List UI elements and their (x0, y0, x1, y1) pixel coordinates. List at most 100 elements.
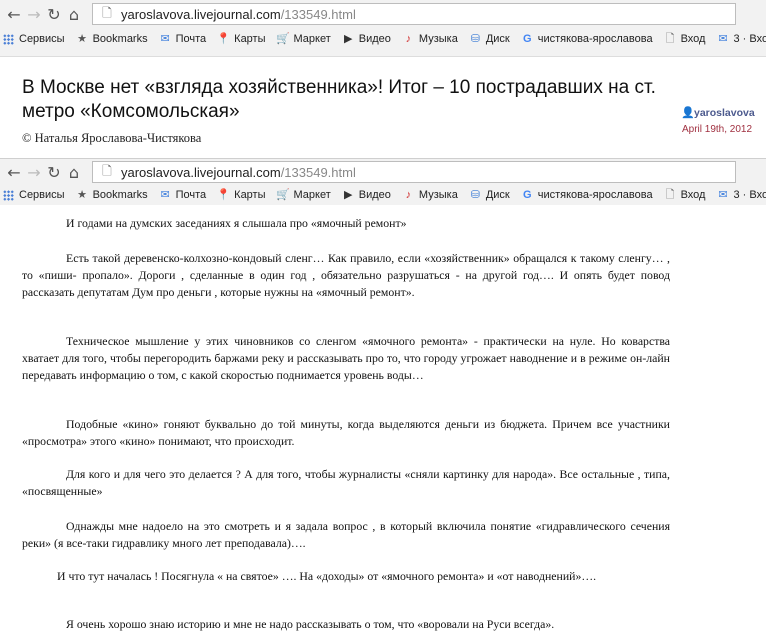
bookmark-label: Сервисы (19, 189, 65, 201)
bookmark-label: Карты (234, 33, 266, 45)
page-icon: 🗋 (665, 188, 675, 201)
bookmark-label: Диск (485, 33, 510, 45)
post-header: В Москве нет «взгляда хозяйственника»! И… (0, 62, 766, 157)
bookmark-label: Музыка (418, 33, 458, 45)
bookmark-label: Видео (358, 189, 391, 201)
nav-row-second: ← → ↻ ⌂ 🗋 yaroslavova.livejournal.com/13… (0, 159, 766, 185)
map-pin-icon: 📍 (216, 188, 231, 201)
disk-icon: ⛁ (470, 188, 480, 201)
address-bar[interactable]: 🗋 yaroslavova.livejournal.com/133549.htm… (92, 3, 736, 25)
back-arrow-icon[interactable]: ← (4, 3, 24, 25)
google-icon: G (522, 188, 532, 201)
apps-grid-icon (2, 33, 15, 46)
bookmark-item[interactable]: 🗋 Вход (664, 33, 706, 46)
bookmark-item[interactable]: ✉ 3 · Входящие — Яндекс (716, 189, 766, 202)
video-icon: ▶ (344, 188, 353, 201)
bookmark-label: Bookmarks (92, 189, 148, 201)
mail-icon: ✉ (160, 32, 170, 45)
bookmark-label: Вход (680, 33, 706, 45)
bookmark-label: Bookmarks (92, 33, 148, 45)
star-icon: ★ (77, 188, 88, 201)
bookmark-label: чистякова-ярославова (537, 33, 653, 45)
paragraph: Техническое мышление у этих чиновников с… (22, 334, 670, 382)
bookmark-label: Почта (175, 189, 207, 201)
map-pin-icon: 📍 (216, 32, 231, 45)
bookmark-label: Музыка (418, 189, 458, 201)
page-info-icon[interactable]: 🗋 (99, 162, 115, 183)
apps-grid-icon (2, 189, 15, 202)
bookmark-label: Карты (234, 189, 266, 201)
bookmark-item[interactable]: Сервисы (2, 33, 65, 46)
home-icon[interactable]: ⌂ (64, 3, 84, 25)
reload-icon[interactable]: ↻ (44, 3, 64, 25)
page-info-icon[interactable]: 🗋 (99, 4, 115, 25)
browser-toolbar-second: ← → ↻ ⌂ 🗋 yaroslavova.livejournal.com/13… (0, 158, 766, 207)
url-host: yaroslavova.livejournal.com (121, 164, 281, 180)
bookmark-item[interactable]: ✉ Почта (159, 189, 207, 202)
bookmark-label: Диск (485, 189, 510, 201)
paragraph: И что тут началась ! Посягнула « на свят… (57, 569, 597, 583)
bookmark-item[interactable]: ⛁ Диск (469, 189, 510, 202)
username[interactable]: yaroslavova (694, 107, 755, 119)
bookmark-item[interactable]: Gчистякова-ярославова (521, 33, 653, 46)
address-bar[interactable]: 🗋 yaroslavova.livejournal.com/133549.htm… (92, 161, 736, 183)
bookmark-item[interactable]: Gчистякова-ярославова (521, 189, 653, 202)
back-arrow-icon[interactable]: ← (4, 161, 24, 183)
bookmark-item[interactable]: 📍 Карты (216, 188, 266, 202)
mail-icon: ✉ (718, 32, 728, 45)
paragraph: Однажды мне надоело на это смотреть и я … (22, 519, 670, 550)
bookmark-item[interactable]: ★ Bookmarks (76, 32, 148, 46)
url-host: yaroslavova.livejournal.com (121, 6, 281, 22)
paragraph: Подобные «кино» гоняют буквально до той … (22, 417, 670, 448)
bookmark-item[interactable]: ▶ Видео (342, 33, 391, 46)
bookmarks-bar: Сервисы ★ Bookmarks ✉ Почта 📍 Карты 🛒 Маркет ▶ Вид… (0, 28, 766, 50)
bookmark-item[interactable]: ✉ Почта (159, 33, 207, 46)
cart-icon: 🛒 (276, 188, 290, 201)
forward-arrow-icon[interactable]: → (24, 161, 44, 183)
bookmark-label: Вход (680, 189, 706, 201)
post-author: © Наталья Ярославова-Чистякова (22, 131, 202, 145)
disk-icon: ⛁ (470, 32, 480, 45)
bookmark-label: Сервисы (19, 33, 65, 45)
bookmark-item[interactable]: ♪ Музыка (402, 33, 458, 46)
music-icon: ♪ (405, 188, 412, 201)
url-path: /133549.html (280, 6, 356, 22)
bookmark-label: Маркет (293, 33, 331, 45)
bookmark-item[interactable]: ▶ Видео (342, 189, 391, 202)
bookmark-item[interactable]: Сервисы (2, 189, 65, 202)
star-icon: ★ (77, 32, 88, 45)
user-link[interactable]: 👤 yaroslavova (681, 107, 755, 119)
post-date: April 19th, 2012 (682, 124, 753, 135)
bookmark-item[interactable]: 🛒 Маркет (276, 32, 331, 46)
url-path: /133549.html (280, 164, 356, 180)
reload-icon[interactable]: ↻ (44, 161, 64, 183)
browser-toolbar: ← → ↻ ⌂ 🗋 yaroslavova.livejournal.com/13… (0, 0, 766, 57)
bookmark-item[interactable]: ★ Bookmarks (76, 188, 148, 202)
forward-arrow-icon[interactable]: → (24, 3, 44, 25)
video-icon: ▶ (344, 32, 353, 45)
bookmark-item[interactable]: ✉ 3 · Входящие — Яндекс (716, 33, 766, 46)
bookmark-item[interactable]: 🛒 Маркет (276, 188, 331, 202)
cart-icon: 🛒 (276, 32, 290, 45)
page-icon: 🗋 (665, 32, 675, 45)
user-icon: 👤 (681, 107, 695, 119)
post-body: И годами на думских заседаниях я слышала… (0, 205, 766, 635)
home-icon[interactable]: ⌂ (64, 161, 84, 183)
bookmark-label: чистякова-ярославова (537, 189, 653, 201)
bookmark-item[interactable]: ♪ Музыка (402, 189, 458, 202)
bookmark-label: 3 · Входящие — Яндекс (733, 189, 766, 201)
mail-icon: ✉ (160, 188, 170, 201)
post-title: В Москве нет «взгляда хозяйственника»! И… (22, 77, 656, 122)
paragraph: Для кого и для чего это делается ? А для… (22, 467, 670, 498)
bookmark-item[interactable]: 🗋 Вход (664, 189, 706, 202)
music-icon: ♪ (405, 32, 412, 45)
paragraph: Я очень хорошо знаю историю и мне не над… (66, 617, 555, 631)
mail-icon: ✉ (718, 188, 728, 201)
paragraph: Есть такой деревенско-колхозно-кондовый … (22, 251, 670, 299)
bookmark-label: Почта (175, 33, 207, 45)
nav-row: ← → ↻ ⌂ 🗋 yaroslavova.livejournal.com/13… (0, 0, 766, 28)
google-icon: G (522, 32, 532, 45)
bookmark-item[interactable]: 📍 Карты (216, 32, 266, 46)
bookmarks-bar: Сервисы ★ Bookmarks ✉ Почта 📍 Карты 🛒 Маркет ▶ Вид… (0, 185, 766, 205)
bookmark-item[interactable]: ⛁ Диск (469, 33, 510, 46)
